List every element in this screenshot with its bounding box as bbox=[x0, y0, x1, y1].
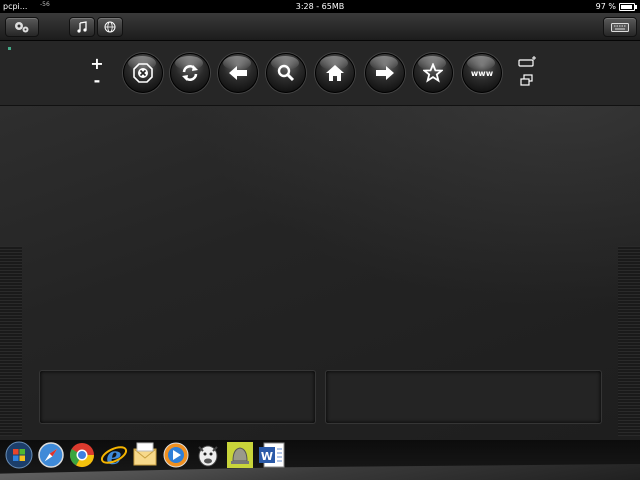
home-icon bbox=[326, 65, 344, 81]
background-swoosh bbox=[120, 106, 640, 346]
touchpad-area[interactable] bbox=[0, 106, 640, 440]
right-scroll-grip[interactable] bbox=[618, 246, 640, 436]
restore-window-icon[interactable] bbox=[520, 74, 534, 86]
word-icon: W bbox=[259, 442, 285, 468]
music-button[interactable] bbox=[69, 17, 95, 37]
keyboard-icon bbox=[611, 22, 629, 32]
battery-icon bbox=[619, 2, 637, 11]
new-window-icon[interactable] bbox=[518, 55, 538, 67]
back-arrow-icon bbox=[229, 66, 247, 80]
status-dot bbox=[8, 47, 11, 50]
left-mouse-button[interactable] bbox=[39, 370, 316, 424]
mail-icon bbox=[133, 442, 157, 466]
favorites-button[interactable] bbox=[413, 53, 453, 93]
outlook-express-button[interactable] bbox=[131, 441, 159, 469]
internet-explorer-button[interactable]: e bbox=[100, 441, 128, 469]
music-note-icon bbox=[77, 21, 87, 33]
dock-shelf bbox=[0, 464, 640, 480]
zoom-out-button[interactable]: - bbox=[90, 73, 104, 89]
status-bar: pcpi... -56 3:28 - 65MB 97 % bbox=[0, 0, 640, 13]
play-icon bbox=[163, 442, 189, 468]
forward-button[interactable] bbox=[365, 53, 405, 93]
windows-logo-icon bbox=[5, 441, 33, 469]
refresh-button[interactable] bbox=[170, 53, 210, 93]
top-toolbar bbox=[0, 13, 640, 41]
www-label: www bbox=[470, 68, 494, 78]
media-player-button[interactable] bbox=[162, 441, 190, 469]
gear-pair-icon bbox=[15, 22, 29, 33]
gnu-icon bbox=[198, 445, 218, 467]
right-mouse-button[interactable] bbox=[325, 370, 602, 424]
keyboard-button[interactable] bbox=[603, 17, 637, 37]
zoom-in-button[interactable]: + bbox=[90, 56, 104, 72]
battery-indicator: 97 % bbox=[595, 0, 637, 13]
stop-button[interactable] bbox=[123, 53, 163, 93]
refresh-icon bbox=[182, 65, 198, 81]
magnifier-icon bbox=[277, 64, 295, 82]
globe-icon bbox=[104, 21, 116, 33]
battery-percent: 97 % bbox=[595, 2, 616, 11]
word-button[interactable]: W bbox=[258, 441, 286, 469]
compass-icon bbox=[38, 442, 64, 468]
forward-arrow-icon bbox=[376, 66, 394, 80]
app-dock bbox=[0, 440, 640, 480]
globe-button[interactable] bbox=[97, 17, 123, 37]
app-bell-button[interactable] bbox=[226, 441, 254, 469]
bell-icon bbox=[227, 442, 253, 468]
left-scroll-grip[interactable] bbox=[0, 246, 22, 436]
stop-x-icon bbox=[133, 63, 153, 83]
ie-icon: e bbox=[100, 441, 128, 469]
settings-button[interactable] bbox=[5, 17, 39, 37]
browser-control-panel: + - www bbox=[0, 41, 640, 106]
home-button[interactable] bbox=[315, 53, 355, 93]
chrome-icon bbox=[69, 443, 94, 468]
gnu-app-button[interactable] bbox=[194, 441, 222, 469]
www-button[interactable]: www bbox=[462, 53, 502, 93]
svg-text:W: W bbox=[261, 450, 273, 463]
search-button[interactable] bbox=[266, 53, 306, 93]
star-icon bbox=[423, 63, 443, 83]
back-button[interactable] bbox=[218, 53, 258, 93]
windows-start-button[interactable] bbox=[5, 441, 33, 469]
safari-button[interactable] bbox=[37, 441, 65, 469]
svg-text:e: e bbox=[106, 441, 121, 469]
clock-memory: 3:28 - 65MB bbox=[295, 2, 345, 11]
chrome-button[interactable] bbox=[68, 441, 96, 469]
